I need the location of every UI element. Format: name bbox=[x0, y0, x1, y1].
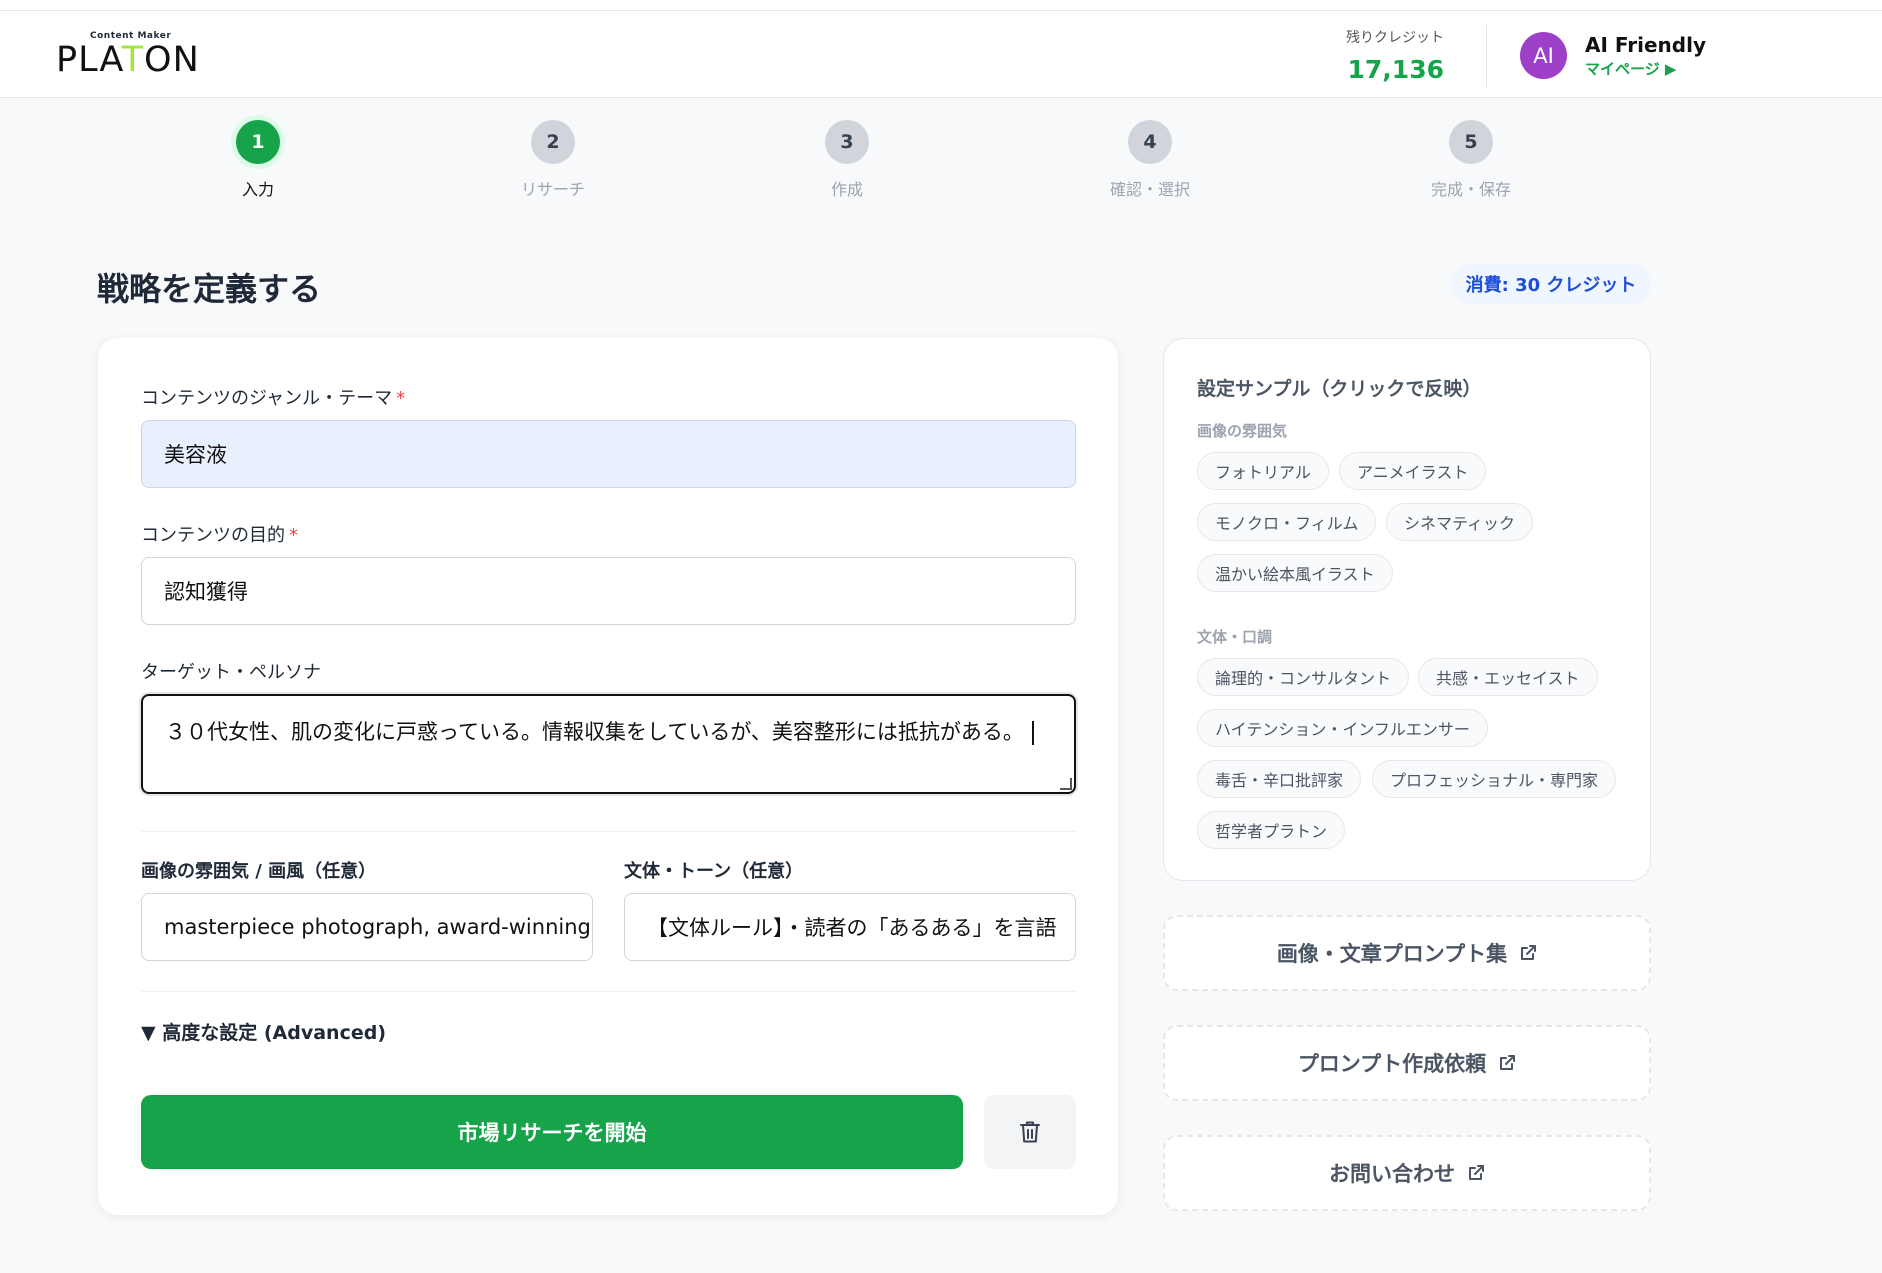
clear-button[interactable] bbox=[984, 1095, 1076, 1169]
chip-empathy-essayist[interactable]: 共感・エッセイスト bbox=[1418, 658, 1598, 696]
step-complete: 5 完成・保存 bbox=[1396, 120, 1546, 200]
step-number: 2 bbox=[531, 120, 575, 164]
tone-input[interactable]: 【文体ルール】・読者の「あるある」を言語 bbox=[624, 893, 1076, 961]
step-label: 確認・選択 bbox=[1109, 180, 1190, 199]
chip-professional-expert[interactable]: プロフェッショナル・専門家 bbox=[1372, 760, 1617, 798]
step-label: 完成・保存 bbox=[1430, 180, 1511, 199]
purpose-label-text: コンテンツの目的 bbox=[141, 525, 285, 546]
contact-label: お問い合わせ bbox=[1329, 1162, 1455, 1186]
header-divider bbox=[1486, 25, 1487, 87]
chip-high-tension-influencer[interactable]: ハイテンション・インフルエンサー bbox=[1197, 709, 1488, 747]
logo-wordmark-part: ON bbox=[144, 40, 200, 80]
platon-logo[interactable]: Content Maker PLATON bbox=[56, 31, 200, 78]
page-title: 戦略を定義する bbox=[97, 270, 322, 308]
trash-icon bbox=[1020, 1121, 1040, 1143]
prompt-collection-link[interactable]: 画像・文章プロンプト集 bbox=[1163, 915, 1651, 991]
sample-panel-title: 設定サンプル（クリックで反映） bbox=[1197, 378, 1482, 400]
step-create: 3 作成 bbox=[772, 120, 922, 200]
image-mood-heading: 画像の雰囲気 bbox=[1197, 422, 1288, 440]
strategy-form-card: コンテンツのジャンル・テーマ * 美容液 コンテンツの目的 * 認知獲得 ターゲット… bbox=[98, 338, 1118, 1215]
chip-monochrome-film[interactable]: モノクロ・フィルム bbox=[1197, 503, 1377, 541]
divider bbox=[141, 991, 1076, 992]
text-cursor bbox=[1031, 721, 1034, 745]
step-confirm: 4 確認・選択 bbox=[1075, 120, 1225, 200]
required-mark: * bbox=[289, 525, 298, 546]
progress-stepper: 1 入力 2 リサーチ 3 作成 4 確認・選択 5 完成・保存 bbox=[0, 120, 1600, 200]
credit-balance: 残りクレジット 17,136 bbox=[1320, 27, 1444, 84]
purpose-input[interactable]: 認知獲得 bbox=[141, 557, 1076, 625]
settings-sample-panel: 設定サンプル（クリックで反映） 画像の雰囲気 フォトリアル アニメイラスト モノ… bbox=[1163, 338, 1651, 881]
top-strip bbox=[0, 0, 1882, 11]
divider bbox=[141, 831, 1076, 832]
start-research-button[interactable]: 市場リサーチを開始 bbox=[141, 1095, 963, 1169]
step-label: 作成 bbox=[830, 180, 863, 199]
chip-picture-book[interactable]: 温かい絵本風イラスト bbox=[1197, 554, 1393, 592]
external-link-icon bbox=[1521, 945, 1537, 960]
step-number: 4 bbox=[1128, 120, 1172, 164]
external-link-icon bbox=[1469, 1165, 1484, 1180]
cost-badge: 消費: 30 クレジット bbox=[1451, 264, 1651, 304]
required-mark: * bbox=[396, 388, 406, 409]
advanced-settings-toggle[interactable]: ▼ 高度な設定 (Advanced) bbox=[141, 1018, 386, 1045]
chip-logical-consultant[interactable]: 論理的・コンサルタント bbox=[1197, 658, 1410, 696]
external-link-icon bbox=[1500, 1055, 1516, 1070]
prompt-collection-label: 画像・文章プロンプト集 bbox=[1276, 942, 1508, 966]
step-label: リサーチ bbox=[520, 180, 585, 199]
chip-sharp-critic[interactable]: 毒舌・辛口批評家 bbox=[1197, 760, 1362, 798]
image-style-label: 画像の雰囲気 / 画風（任意） bbox=[141, 861, 377, 882]
user-name: AI Friendly bbox=[1585, 33, 1706, 57]
step-number: 1 bbox=[236, 120, 280, 164]
step-research: 2 リサーチ bbox=[478, 120, 628, 200]
genre-label-text: コンテンツのジャンル・テーマ bbox=[141, 388, 393, 409]
prompt-request-link[interactable]: プロンプト作成依頼 bbox=[1163, 1025, 1651, 1101]
app-header: Content Maker PLATON 残りクレジット 17,136 AI A… bbox=[0, 11, 1882, 98]
mypage-link[interactable]: マイページ ▶ bbox=[1585, 58, 1676, 79]
logo-wordmark-part: PLA bbox=[56, 40, 122, 80]
resize-grip-icon[interactable] bbox=[1060, 778, 1072, 790]
image-style-input[interactable]: masterpiece photograph, award-winning bbox=[141, 893, 593, 961]
avatar[interactable]: AI bbox=[1520, 32, 1567, 79]
genre-input[interactable]: 美容液 bbox=[141, 420, 1076, 488]
chip-photoreal[interactable]: フォトリアル bbox=[1197, 452, 1329, 490]
chip-anime-illust[interactable]: アニメイラスト bbox=[1339, 452, 1487, 490]
credit-label: 残りクレジット bbox=[1346, 30, 1444, 46]
chip-philosopher-plato[interactable]: 哲学者プラトン bbox=[1197, 811, 1346, 849]
tone-label: 文体・トーン（任意） bbox=[624, 861, 804, 882]
step-number: 5 bbox=[1449, 120, 1493, 164]
persona-text: ３０代女性、肌の変化に戸惑っている。情報収集をしているが、美容整形には抵抗がある… bbox=[165, 720, 1024, 744]
prompt-request-label: プロンプト作成依頼 bbox=[1297, 1052, 1487, 1076]
chip-cinematic[interactable]: シネマティック bbox=[1386, 503, 1534, 541]
logo-wordmark: PLATON bbox=[56, 43, 200, 78]
logo-wordmark-accent: T bbox=[121, 40, 145, 80]
genre-label: コンテンツのジャンル・テーマ * bbox=[141, 384, 405, 410]
credit-value: 17,136 bbox=[1347, 55, 1444, 84]
contact-link[interactable]: お問い合わせ bbox=[1163, 1135, 1651, 1211]
step-input: 1 入力 bbox=[183, 120, 333, 200]
persona-textarea[interactable]: ３０代女性、肌の変化に戸惑っている。情報収集をしているが、美容整形には抵抗がある… bbox=[141, 694, 1076, 794]
persona-label: ターゲット・ペルソナ bbox=[141, 662, 321, 683]
step-label: 入力 bbox=[241, 180, 274, 199]
tone-heading: 文体・口調 bbox=[1197, 628, 1273, 646]
purpose-label: コンテンツの目的 * bbox=[141, 521, 298, 547]
step-number: 3 bbox=[825, 120, 869, 164]
